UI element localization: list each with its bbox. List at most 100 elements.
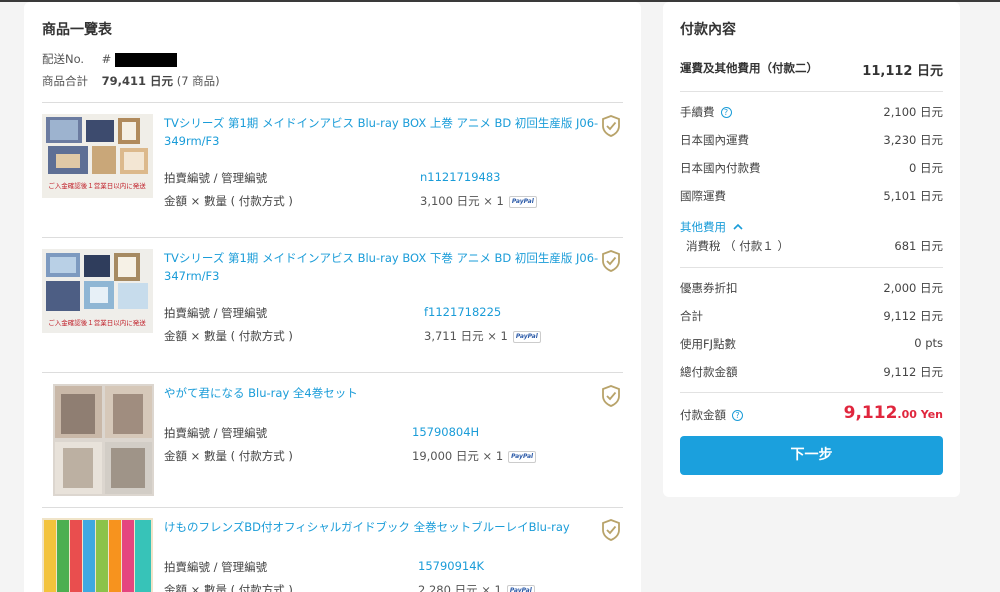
international-shipping-value: 5,101 日元	[883, 189, 943, 203]
shipping-other-label: 運費及其他費用（付款二）	[680, 61, 818, 75]
paypal-icon: PayPal	[506, 584, 535, 592]
next-step-button[interactable]: 下一步	[680, 436, 943, 475]
payment-summary-panel: 付款內容 運費及其他費用（付款二） 11,112 日元 手續費? 2,100 日…	[663, 2, 960, 497]
payment-title: 付款內容	[680, 22, 736, 38]
item-title-link[interactable]: やがて君になる Blu-ray 全4巻セット	[164, 384, 606, 402]
subtotal-row: 合計 9,112 日元	[680, 308, 943, 326]
item-amount-value: 19,000 日元 × 1	[412, 449, 504, 463]
shield-icon	[602, 115, 620, 137]
domestic-shipping-label: 日本國內運費	[680, 133, 749, 147]
shipping-no-prefix: #	[101, 52, 112, 66]
item-amount: 2,280 日元 × 1 PayPal	[418, 582, 535, 592]
item-id-link[interactable]: f1121718225	[424, 305, 501, 319]
item-amount-value: 3,711 日元 × 1	[424, 329, 508, 343]
item-amount-label: 金額 × 數量 ( 付款方式 )	[164, 194, 293, 208]
product-list-title: 商品一覽表	[42, 22, 112, 38]
subtotal-label: 合計	[680, 309, 703, 323]
divider	[680, 91, 943, 92]
divider	[42, 372, 623, 373]
thumb-caption: ご入金確認後１営業日以内に発送	[48, 318, 146, 327]
divider	[42, 507, 623, 508]
pay-amount-label: 付款金額	[680, 408, 726, 422]
tax-row: 消費稅 （ 付款１ ） 681 日元	[680, 238, 943, 256]
points-label: 使用FJ點數	[680, 337, 737, 351]
item-amount: 19,000 日元 × 1 PayPal	[412, 448, 537, 464]
thumb-caption: ご入金確認後１営業日以内に発送	[48, 181, 146, 190]
subtotal-value: 9,112 日元	[883, 309, 943, 323]
item-id-label: 拍賣編號 / 管理編號	[164, 560, 268, 574]
coupon-row: 優惠券折扣 2,000 日元	[680, 280, 943, 298]
coupon-value: 2,000 日元	[883, 281, 943, 295]
paypal-icon: PayPal	[512, 330, 541, 343]
total-payment-label: 總付款金額	[680, 365, 738, 379]
shield-icon	[602, 385, 620, 407]
tax-value: 681 日元	[894, 239, 943, 253]
item-amount-label: 金額 × 數量 ( 付款方式 )	[164, 583, 293, 592]
product-thumbnail[interactable]: ご入金確認後１営業日以内に発送	[42, 249, 153, 333]
total-payment-row: 總付款金額 9,112 日元	[680, 364, 943, 382]
product-total-label: 商品合計	[42, 74, 88, 88]
shipping-other-row: 運費及其他費用（付款二） 11,112 日元	[680, 60, 943, 79]
domestic-payment-label: 日本國內付款費	[680, 161, 761, 175]
shield-icon	[602, 519, 620, 541]
item-amount-label: 金額 × 數量 ( 付款方式 )	[164, 449, 293, 463]
shipping-no-label: 配送No.	[42, 52, 85, 66]
shipping-other-value: 11,112 日元	[862, 64, 943, 79]
tax-label: 消費稅 （ 付款１ ）	[686, 239, 789, 253]
item-id-label: 拍賣編號 / 管理編號	[164, 306, 268, 320]
product-list-panel: 商品一覽表 配送No. # 商品合計 79,411 日元 (7 商品) ご入金確…	[24, 2, 641, 592]
divider	[42, 102, 623, 103]
product-thumbnail[interactable]: ご入金確認後１営業日以内に発送	[42, 114, 153, 198]
pay-amount-row: 付款金額? 9,112.00 Yen	[680, 403, 943, 427]
pay-amount-main: 9,112	[843, 403, 898, 423]
redacted-shipping-no	[115, 52, 178, 67]
fee-label: 手續費	[680, 105, 715, 119]
product-thumbnail[interactable]	[42, 518, 153, 592]
domestic-payment-value: 0 日元	[909, 161, 943, 175]
item-amount-label: 金額 × 數量 ( 付款方式 )	[164, 329, 293, 343]
pay-amount-value: 9,112.00 Yen	[844, 403, 943, 423]
paypal-icon: PayPal	[508, 195, 537, 208]
coupon-label: 優惠券折扣	[680, 281, 738, 295]
item-amount-value: 3,100 日元 × 1	[420, 194, 504, 208]
item-amount: 3,100 日元 × 1 PayPal	[420, 193, 537, 209]
fee-value: 2,100 日元	[883, 105, 943, 119]
other-fees-label: 其他費用	[680, 220, 726, 234]
item-title-link[interactable]: TVシリーズ 第1期 メイドインアビス Blu-ray BOX 下巻 アニメ B…	[164, 249, 606, 285]
product-total-value: 79,411 日元	[101, 74, 174, 88]
help-icon[interactable]: ?	[732, 410, 743, 421]
points-row: 使用FJ點數 0 pts	[680, 336, 943, 354]
list-item: やがて君になる Blu-ray 全4巻セット 拍賣編號 / 管理編號 15790…	[42, 384, 623, 499]
domestic-shipping-value: 3,230 日元	[883, 133, 943, 147]
other-fees-toggle[interactable]: 其他費用	[680, 219, 743, 235]
item-id-label: 拍賣編號 / 管理編號	[164, 171, 268, 185]
international-shipping-row: 國際運費 5,101 日元	[680, 188, 943, 206]
fee-row: 手續費? 2,100 日元	[680, 104, 943, 122]
list-item: けものフレンズBD付オフィシャルガイドブック 全巻セットブルーレイBlu-ray…	[42, 518, 623, 592]
item-title-link[interactable]: けものフレンズBD付オフィシャルガイドブック 全巻セットブルーレイBlu-ray	[164, 518, 606, 536]
item-id-link[interactable]: 15790804H	[412, 425, 479, 439]
divider	[680, 392, 943, 393]
list-item: ご入金確認後１営業日以内に発送 TVシリーズ 第1期 メイドインアビス Blu-…	[42, 114, 623, 234]
shield-icon	[602, 250, 620, 272]
item-title-link[interactable]: TVシリーズ 第1期 メイドインアビス Blu-ray BOX 上巻 アニメ B…	[164, 114, 606, 150]
list-item: ご入金確認後１営業日以内に発送 TVシリーズ 第1期 メイドインアビス Blu-…	[42, 249, 623, 369]
divider	[42, 237, 623, 238]
item-amount: 3,711 日元 × 1 PayPal	[424, 328, 541, 344]
item-id-link[interactable]: n1121719483	[420, 170, 500, 184]
item-id-label: 拍賣編號 / 管理編號	[164, 426, 268, 440]
international-shipping-label: 國際運費	[680, 189, 726, 203]
product-thumbnail[interactable]	[53, 384, 154, 496]
help-icon[interactable]: ?	[720, 107, 732, 118]
chevron-up-icon	[733, 223, 743, 230]
product-total-row: 商品合計 79,411 日元 (7 商品)	[42, 73, 220, 89]
domestic-payment-row: 日本國內付款費 0 日元	[680, 160, 943, 178]
domestic-shipping-row: 日本國內運費 3,230 日元	[680, 132, 943, 150]
points-value: 0 pts	[914, 336, 943, 350]
shipping-no-row: 配送No. #	[42, 51, 178, 67]
divider	[680, 267, 943, 268]
pay-amount-suffix: .00 Yen	[897, 408, 943, 421]
item-amount-value: 2,280 日元 × 1	[418, 583, 502, 592]
item-id-link[interactable]: 15790914K	[418, 559, 484, 573]
paypal-icon: PayPal	[508, 450, 537, 463]
